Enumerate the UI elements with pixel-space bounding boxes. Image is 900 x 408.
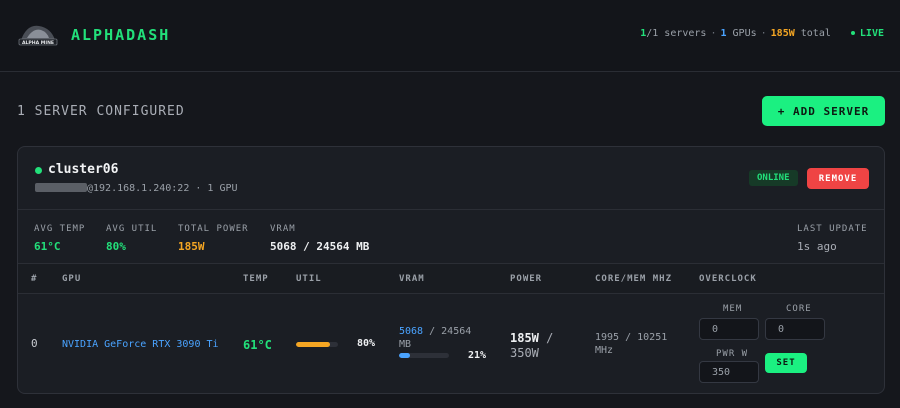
col-overclock: OVERCLOCK xyxy=(699,274,757,284)
total-power-label: TOTAL POWER xyxy=(178,224,249,234)
summary-avg-temp: AVG TEMP 61°C xyxy=(34,224,85,253)
gpu-temp: 61°C xyxy=(243,338,272,352)
vram-percent: 21% xyxy=(468,350,487,361)
vram-bar-fill xyxy=(399,353,410,358)
vram-usage: 5068 / 24564 MB xyxy=(399,325,479,351)
table-row: 0 NVIDIA GeForce RTX 3090 Ti 61°C 80% 50… xyxy=(18,294,884,393)
brand-title: ALPHADASH xyxy=(71,26,171,44)
core-offset-input[interactable] xyxy=(765,318,825,340)
vram-used: 5068 xyxy=(399,326,424,337)
avg-util-value: 80% xyxy=(106,240,126,253)
gpu-name: NVIDIA GeForce RTX 3090 Ti xyxy=(62,339,219,350)
last-update-label: LAST UPDATE xyxy=(797,224,868,234)
col-vram: VRAM xyxy=(399,274,425,284)
vram-label: VRAM xyxy=(270,224,296,234)
set-overclock-button[interactable]: SET xyxy=(765,353,807,373)
status-dot-icon xyxy=(35,167,42,174)
server-card-header: cluster06 @192.168.1.240:22 · 1 GPU ONLI… xyxy=(18,147,884,210)
add-server-button[interactable]: + ADD SERVER xyxy=(762,96,885,126)
vram-value: 5068 / 24564 MB xyxy=(270,240,370,253)
servers-total: /1 servers xyxy=(646,28,707,39)
total-power: 185W xyxy=(770,28,795,39)
col-util: UTIL xyxy=(296,274,322,284)
gpu-index: 0 xyxy=(31,337,38,350)
top-bar: ALPHA MINE ALPHADASH 1/1 servers · 1 GPUs ·… xyxy=(0,0,900,72)
avg-temp-value: 61°C xyxy=(34,240,61,253)
power-draw: 185W xyxy=(510,331,539,345)
section-title: 1 SERVER CONFIGURED xyxy=(17,104,185,119)
oc-power-label: PWR W xyxy=(716,349,749,359)
header-stats: 1/1 servers · 1 GPUs · 185W total LIVE xyxy=(640,28,884,39)
summary-avg-util: AVG UTIL 80% xyxy=(106,224,157,253)
util-bar xyxy=(296,342,338,347)
avg-temp-label: AVG TEMP xyxy=(34,224,86,234)
power-limit-input[interactable] xyxy=(699,361,759,383)
live-dot-icon xyxy=(850,31,855,35)
total-power-value: 185W xyxy=(178,240,205,253)
live-label: LIVE xyxy=(859,28,884,39)
server-card: cluster06 @192.168.1.240:22 · 1 GPU ONLI… xyxy=(17,146,885,394)
col-gpu: GPU xyxy=(62,274,82,284)
total-power-label: total xyxy=(794,28,831,39)
status-badge: ONLINE xyxy=(749,170,798,186)
gpu-clocks: 1995 / 10251 MHz xyxy=(595,332,668,356)
summary-last-update: LAST UPDATE 1s ago xyxy=(797,224,868,253)
redacted-username xyxy=(35,183,87,192)
server-address: @192.168.1.240:22 · 1 GPU xyxy=(35,183,238,194)
avg-util-label: AVG UTIL xyxy=(106,224,158,234)
server-summary: AVG TEMP 61°C AVG UTIL 80% TOTAL POWER 1… xyxy=(18,210,884,264)
server-name: cluster06 xyxy=(48,162,119,177)
server-address-text: @192.168.1.240:22 · 1 GPU xyxy=(87,183,238,194)
remove-server-button[interactable]: REMOVE xyxy=(807,168,869,189)
gpu-count-label: GPUs xyxy=(726,28,757,39)
gpu-power: 185W / 350W xyxy=(510,331,580,361)
live-indicator: LIVE xyxy=(850,28,884,39)
logo-text: ALPHA MINE xyxy=(22,40,54,46)
mem-offset-input[interactable] xyxy=(699,318,759,340)
summary-vram: VRAM 5068 / 24564 MB xyxy=(270,224,369,253)
col-clocks: CORE/MEM MHZ xyxy=(595,274,673,284)
col-temp: TEMP xyxy=(243,274,269,284)
oc-mem-label: MEM xyxy=(723,304,743,314)
last-update-value: 1s ago xyxy=(797,240,837,253)
gpu-table-header: # GPU TEMP UTIL VRAM POWER CORE/MEM MHZ … xyxy=(18,264,884,294)
util-bar-fill xyxy=(296,342,330,347)
col-power: POWER xyxy=(510,274,543,284)
util-percent: 80% xyxy=(357,338,376,349)
oc-core-label: CORE xyxy=(786,304,812,314)
vram-bar xyxy=(399,353,449,358)
summary-total-power: TOTAL POWER 185W xyxy=(178,224,249,253)
col-index: # xyxy=(31,274,38,284)
alpha-mine-logo: ALPHA MINE xyxy=(18,25,58,46)
